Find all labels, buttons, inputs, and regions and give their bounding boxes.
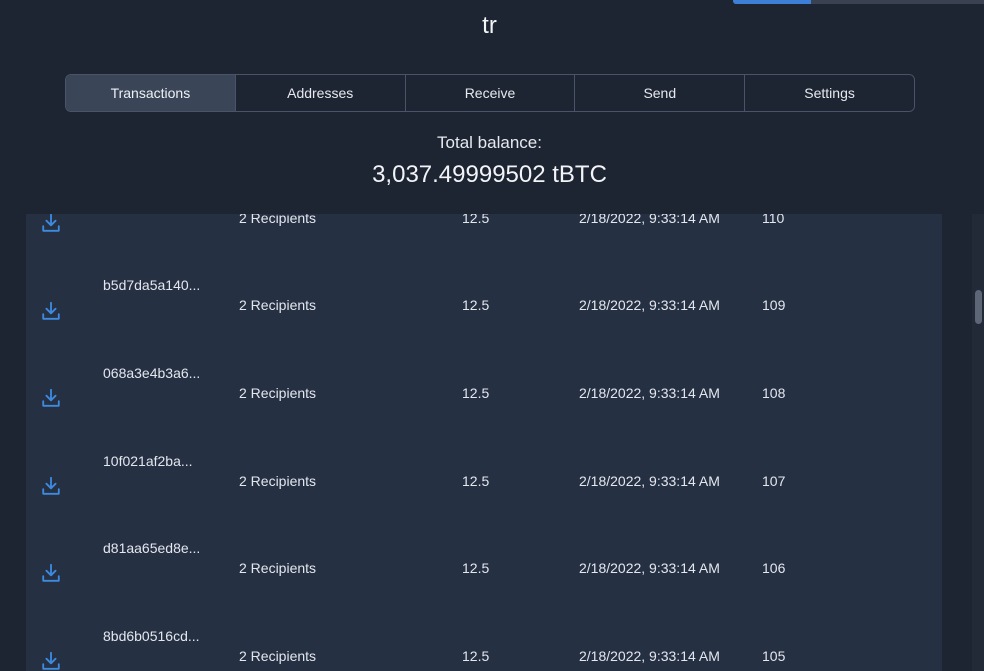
scrollbar[interactable] [972, 214, 984, 671]
transaction-block-height: 105 [762, 648, 786, 664]
tab-settings[interactable]: Settings [744, 75, 914, 111]
transaction-row[interactable]: d81aa65ed8e... 2 Recipients 12.5 2/18/20… [26, 482, 942, 582]
transaction-row[interactable]: b5d7da5a140... 2 Recipients 12.5 2/18/20… [26, 218, 942, 320]
total-balance-label: Total balance: [437, 133, 542, 152]
transaction-date: 2/18/2022, 9:33:14 AM [579, 648, 720, 664]
tab-addresses[interactable]: Addresses [234, 75, 405, 111]
transactions-list[interactable]: 2 Recipients 12.5 2/18/2022, 9:33:14 AM … [26, 214, 942, 671]
tab-receive[interactable]: Receive [404, 75, 575, 111]
transaction-id: 068a3e4b3a6... [103, 365, 201, 381]
total-balance-value: 3,037.49999502 tBTC [372, 161, 607, 188]
tab-send[interactable]: Send [574, 75, 745, 111]
transaction-id: b5d7da5a140... [103, 277, 201, 293]
transaction-row[interactable]: 068a3e4b3a6... 2 Recipients 12.5 2/18/20… [26, 306, 942, 407]
top-progress-fill [733, 0, 811, 4]
transaction-recipients: 2 Recipients [239, 648, 317, 664]
wallet-page: tr Transactions Addresses Receive Send S… [0, 0, 984, 671]
main-tabs: Transactions Addresses Receive Send Sett… [65, 74, 915, 112]
top-progress-bar [733, 0, 984, 4]
transaction-amount: 12.5 [462, 648, 490, 664]
tab-transactions[interactable]: Transactions [66, 75, 235, 111]
wallet-name-title: tr [482, 12, 497, 39]
download-icon [40, 650, 62, 671]
scrollbar-thumb[interactable] [975, 290, 982, 324]
transaction-id: 10f021af2ba... [103, 453, 193, 469]
transaction-row[interactable]: 8bd6b0516cd... 2 Recipients 12.5 2/18/20… [26, 570, 942, 670]
transaction-id: 8bd6b0516cd... [103, 628, 200, 644]
transaction-row[interactable]: 10f021af2ba... 2 Recipients 12.5 2/18/20… [26, 394, 942, 495]
transaction-id: d81aa65ed8e... [103, 540, 201, 556]
